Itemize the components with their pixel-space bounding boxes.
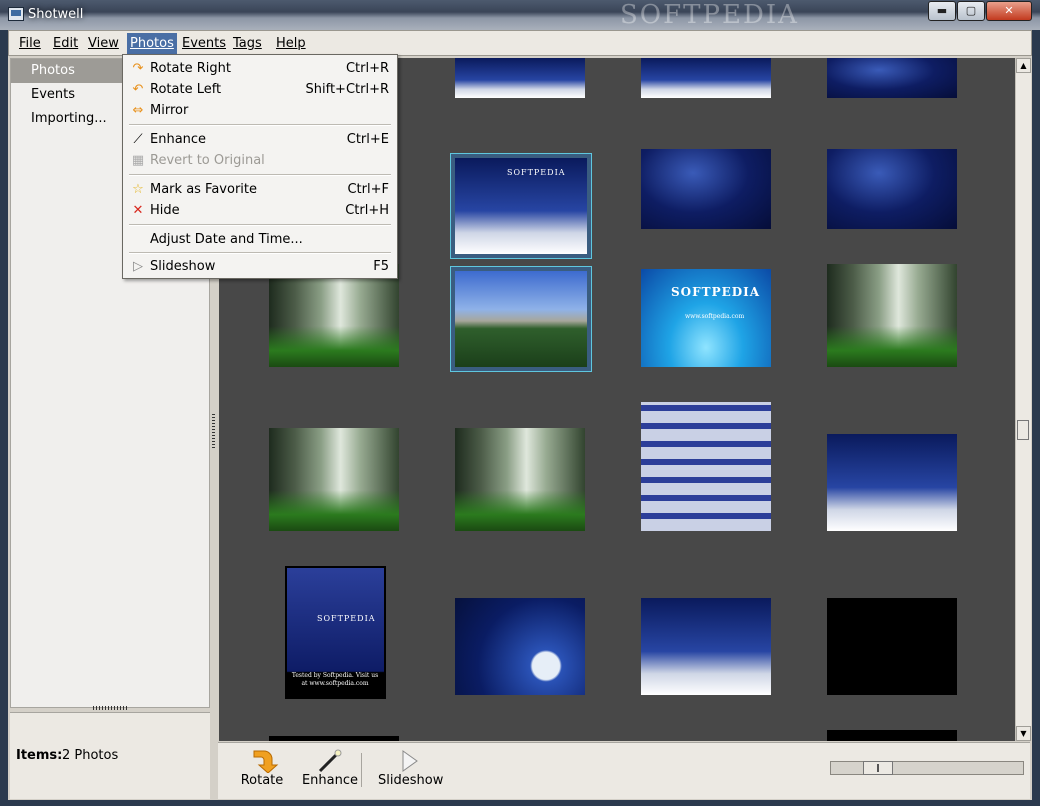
menu-separator (129, 224, 391, 226)
window-title: Shotwell (28, 7, 84, 22)
menu-item-mirror[interactable]: ⇔ Mirror (123, 100, 397, 121)
scroll-down-arrow-icon[interactable]: ▼ (1016, 726, 1031, 741)
photo-thumbnail[interactable] (827, 149, 957, 229)
photo-thumbnail[interactable] (827, 434, 957, 531)
menu-item-rotate-left[interactable]: ↶ Rotate Left Shift+Ctrl+R (123, 79, 397, 100)
photo-thumbnail[interactable] (827, 264, 957, 367)
enhance-label: Enhance (301, 773, 359, 788)
photo-thumbnail[interactable] (455, 598, 585, 695)
menu-photos[interactable]: Photos (127, 33, 177, 55)
photo-thumbnail[interactable] (641, 598, 771, 695)
hide-x-icon: ✕ (132, 203, 144, 218)
photo-thumbnail[interactable] (269, 736, 399, 741)
menu-separator (129, 252, 391, 254)
menu-item-revert: ▦ Revert to Original (131, 153, 265, 168)
scrollbar-thumb[interactable] (1017, 420, 1029, 440)
menu-item-hide[interactable]: ✕ Hide Ctrl+H (123, 200, 397, 221)
menu-item-rotate-right[interactable]: ↷ Rotate Right Ctrl+R (123, 58, 397, 79)
items-label: Items: (16, 748, 63, 763)
rotate-button[interactable]: Rotate (232, 747, 292, 793)
play-icon: ▷ (133, 259, 143, 274)
minimize-button[interactable]: ▬ (928, 1, 956, 21)
bottom-toolbar: Rotate Enhance Slideshow (218, 742, 1030, 799)
menu-view[interactable]: View (85, 36, 122, 51)
zoom-slider[interactable] (830, 761, 1024, 775)
menu-events[interactable]: Events (179, 36, 229, 51)
photo-thumbnail[interactable] (269, 428, 399, 531)
rotate-label: Rotate (240, 773, 284, 788)
photo-thumbnail[interactable] (827, 598, 957, 695)
photo-thumbnail-selected[interactable] (450, 266, 592, 372)
thumbnail-label: SOFTPEDIA (507, 168, 566, 177)
title-bar[interactable]: Shotwell SOFTPEDIA ▬ ▢ ✕ (0, 0, 1040, 30)
photo-thumbnail[interactable]: SOFTPEDIA Tested by Softpedia. Visit us … (285, 566, 386, 699)
sidebar-resize-handle[interactable] (93, 706, 127, 710)
rotate-icon (253, 750, 279, 773)
thumbnail-url: www.softpedia.com (685, 313, 745, 320)
slideshow-button[interactable]: Slideshow (378, 747, 444, 793)
app-icon (8, 7, 24, 21)
rotate-right-icon: ↷ (132, 61, 144, 76)
star-icon: ☆ (132, 182, 144, 197)
enhance-wand-icon (318, 749, 342, 773)
menu-edit[interactable]: Edit (50, 36, 81, 51)
items-count: 2 Photos (62, 748, 119, 763)
menu-file[interactable]: File (16, 36, 44, 51)
photo-thumbnail[interactable]: SOFTPEDIA www.softpedia.com (641, 269, 771, 367)
menu-help[interactable]: Help (273, 36, 309, 51)
photo-thumbnail[interactable] (641, 402, 771, 531)
photo-thumbnail-selected[interactable]: SOFTPEDIA (450, 153, 592, 259)
menu-item-enhance[interactable]: ⟋ Enhance Ctrl+E (123, 129, 397, 150)
zoom-slider-knob[interactable] (863, 761, 893, 775)
thumbnail-label: SOFTPEDIA (671, 285, 761, 299)
watermark: SOFTPEDIA (620, 0, 799, 30)
enhance-wand-icon: ⟋ (133, 132, 143, 147)
menu-bar: File Edit View Photos Events Tags Help (8, 30, 1032, 56)
photo-thumbnail[interactable] (455, 58, 585, 98)
photos-menu-dropdown: ↷ Rotate Right Ctrl+R ↶ Rotate Left Shif… (122, 54, 398, 279)
enhance-button[interactable]: Enhance (298, 747, 362, 793)
revert-icon: ▦ (131, 153, 145, 168)
toolbar-separator (361, 753, 362, 787)
photo-thumbnail[interactable] (455, 428, 585, 531)
photo-thumbnail[interactable] (641, 149, 771, 229)
scroll-up-arrow-icon[interactable]: ▲ (1016, 58, 1031, 73)
menu-item-favorite[interactable]: ☆ Mark as Favorite Ctrl+F (123, 179, 397, 200)
mirror-icon: ⇔ (132, 103, 144, 118)
pane-splitter[interactable] (212, 414, 215, 450)
photo-thumbnail[interactable] (827, 58, 957, 98)
menu-item-adjust-date[interactable]: Adjust Date and Time... (123, 229, 397, 250)
play-icon (402, 750, 418, 772)
thumbnail-caption: Tested by Softpedia. Visit us at www.sof… (291, 672, 379, 687)
photo-thumbnail[interactable]: SOFTPEDIA (455, 158, 587, 254)
photo-thumbnail[interactable] (269, 264, 399, 367)
rotate-left-icon: ↶ (132, 82, 144, 97)
maximize-button[interactable]: ▢ (957, 1, 985, 21)
menu-tags[interactable]: Tags (230, 36, 265, 51)
status-panel: Items: 2 Photos (10, 712, 210, 799)
close-button[interactable]: ✕ (986, 1, 1032, 21)
vertical-scrollbar[interactable]: ▲ ▼ (1015, 58, 1031, 741)
slideshow-label: Slideshow (378, 773, 444, 788)
menu-separator (129, 124, 391, 126)
photo-thumbnail[interactable] (455, 271, 587, 367)
photo-thumbnail[interactable] (641, 58, 771, 98)
photo-thumbnail[interactable] (827, 730, 957, 741)
menu-separator (129, 174, 391, 176)
menu-item-slideshow[interactable]: ▷ Slideshow F5 (123, 256, 397, 277)
thumbnail-label: SOFTPEDIA (317, 614, 376, 623)
